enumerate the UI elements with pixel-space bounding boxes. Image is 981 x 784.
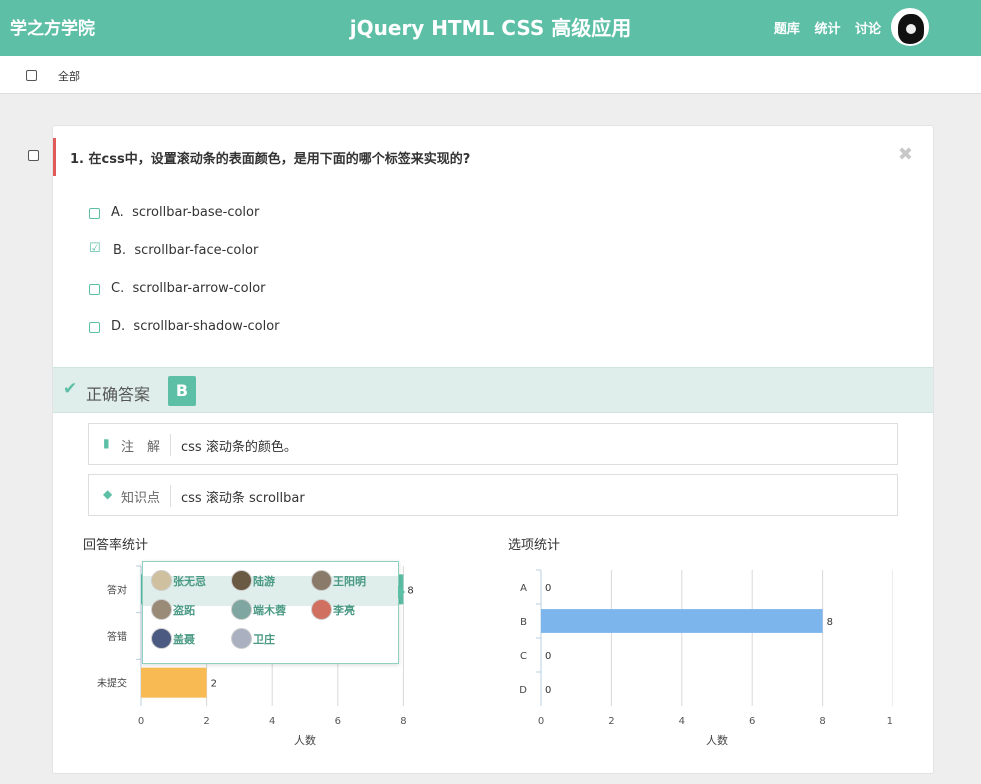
person-avatar: [231, 628, 252, 649]
close-icon[interactable]: ✖: [898, 144, 913, 165]
checked-checkbox-icon[interactable]: ☑: [89, 241, 101, 256]
bar-value-label: 2: [211, 679, 217, 690]
person-avatar: [151, 628, 172, 649]
x-tick-label: 8: [400, 716, 406, 727]
x-axis-label: 人数: [706, 734, 728, 747]
answer-tooltip: 张无忌 陆游 王阳明盗跖 端木蓉 李亮盖聂 卫庄: [142, 561, 405, 664]
person-avatar: [311, 570, 332, 591]
person-name: 盗跖: [173, 604, 195, 617]
y-tick-label: 答错: [107, 630, 127, 643]
x-tick-label: 6: [335, 716, 341, 727]
option-checkbox[interactable]: [89, 208, 100, 219]
option-stats-chart: 0 2 4 6 8 10 人数 A 0 B 8 C 0 D 0: [519, 569, 893, 747]
x-tick-label: 8: [819, 716, 825, 727]
option-text: scrollbar-shadow-color: [133, 319, 280, 334]
x-tick-label: 2: [203, 716, 209, 727]
bar-value-label: 0: [545, 651, 551, 662]
x-tick-label: 4: [679, 716, 685, 727]
select-all-checkbox[interactable]: [26, 70, 37, 81]
correct-answer-label: 正确答案: [86, 385, 151, 404]
knowledge-label: 知识点: [121, 491, 161, 506]
bookmark-icon: ▮: [103, 436, 110, 450]
select-all-label: 全部: [58, 70, 80, 83]
x-tick-label: 6: [749, 716, 755, 727]
person-name: 李亮: [333, 604, 355, 617]
person-avatar: [151, 570, 172, 591]
y-tick-label: 未提交: [97, 677, 127, 690]
option-checkbox[interactable]: [89, 322, 100, 333]
nav-question-bank[interactable]: 题库: [774, 22, 800, 37]
person-avatar: [231, 570, 252, 591]
divider: [170, 434, 171, 456]
person-name: 王阳明: [333, 575, 366, 588]
divider: [170, 485, 171, 507]
avatar-face-icon: [898, 14, 924, 44]
bar-value-label: 8: [407, 585, 413, 596]
option-text: scrollbar-arrow-color: [132, 281, 266, 296]
note-value: css 滚动条的颜色。: [181, 440, 297, 455]
note-label: 注 解: [121, 440, 161, 455]
nav-statistics[interactable]: 统计: [814, 22, 840, 37]
tag-icon: ◆: [103, 487, 113, 501]
bar-value-label: 0: [545, 583, 551, 594]
y-tick-label: B: [520, 617, 527, 628]
bar: [541, 609, 823, 633]
x-tick-label: 0: [538, 716, 544, 727]
option-text: scrollbar-base-color: [132, 205, 260, 220]
filter-bar: 全部: [0, 56, 981, 94]
correct-answer-bar: ✔ 正确答案 B: [53, 367, 933, 413]
check-icon: ✔: [63, 379, 78, 399]
x-tick-label: 0: [138, 716, 144, 727]
option-checkbox[interactable]: [89, 284, 100, 295]
option-letter: C.: [111, 281, 125, 296]
option-letter: B.: [113, 243, 127, 258]
answer-rate-chart-title: 回答率统计: [83, 538, 149, 553]
bar: [141, 667, 207, 698]
person-avatar: [151, 599, 172, 620]
person-name: 盖聂: [173, 633, 195, 646]
question-select-checkbox[interactable]: [28, 150, 39, 161]
knowledge-value: css 滚动条 scrollbar: [181, 491, 305, 506]
option-stats-chart-title: 选项统计: [508, 538, 561, 553]
nav-discussion[interactable]: 讨论: [855, 22, 881, 37]
person-name: 端木蓉: [253, 604, 286, 617]
knowledge-box: ◆ 知识点 css 滚动条 scrollbar: [88, 474, 898, 516]
y-tick-label: D: [519, 685, 527, 696]
option-letter: D.: [111, 319, 126, 334]
y-tick-label: 答对: [107, 583, 127, 596]
x-tick-label: 10: [887, 716, 893, 727]
person-name: 张无忌: [173, 575, 206, 588]
x-tick-label: 4: [269, 716, 275, 727]
x-tick-label: 2: [608, 716, 614, 727]
x-axis-label: 人数: [294, 734, 316, 747]
user-avatar[interactable]: [891, 8, 929, 46]
note-box: ▮ 注 解 css 滚动条的颜色。: [88, 423, 898, 465]
option-text: scrollbar-face-color: [134, 243, 259, 258]
person-name: 陆游: [253, 575, 275, 588]
question-text: 1. 在css中，设置滚动条的表面颜色，是用下面的哪个标签来实现的?: [70, 152, 471, 167]
question-card: 1. 在css中，设置滚动条的表面颜色，是用下面的哪个标签来实现的? ✖ A. …: [52, 125, 934, 774]
person-avatar: [311, 599, 332, 620]
y-tick-label: C: [520, 651, 527, 662]
tooltip-arrow: [398, 585, 405, 599]
option-letter: A.: [111, 205, 124, 220]
correct-answer-badge: B: [168, 376, 196, 406]
person-avatar: [231, 599, 252, 620]
top-nav: 题库 统计 讨论: [764, 18, 881, 37]
bar-value-label: 8: [827, 617, 833, 628]
top-bar: 学之方学院 jQuery HTML CSS 高级应用 题库 统计 讨论: [0, 0, 981, 56]
y-tick-label: A: [520, 583, 527, 594]
bar-value-label: 0: [545, 685, 551, 696]
question-marker: [53, 138, 56, 176]
person-name: 卫庄: [253, 633, 275, 646]
